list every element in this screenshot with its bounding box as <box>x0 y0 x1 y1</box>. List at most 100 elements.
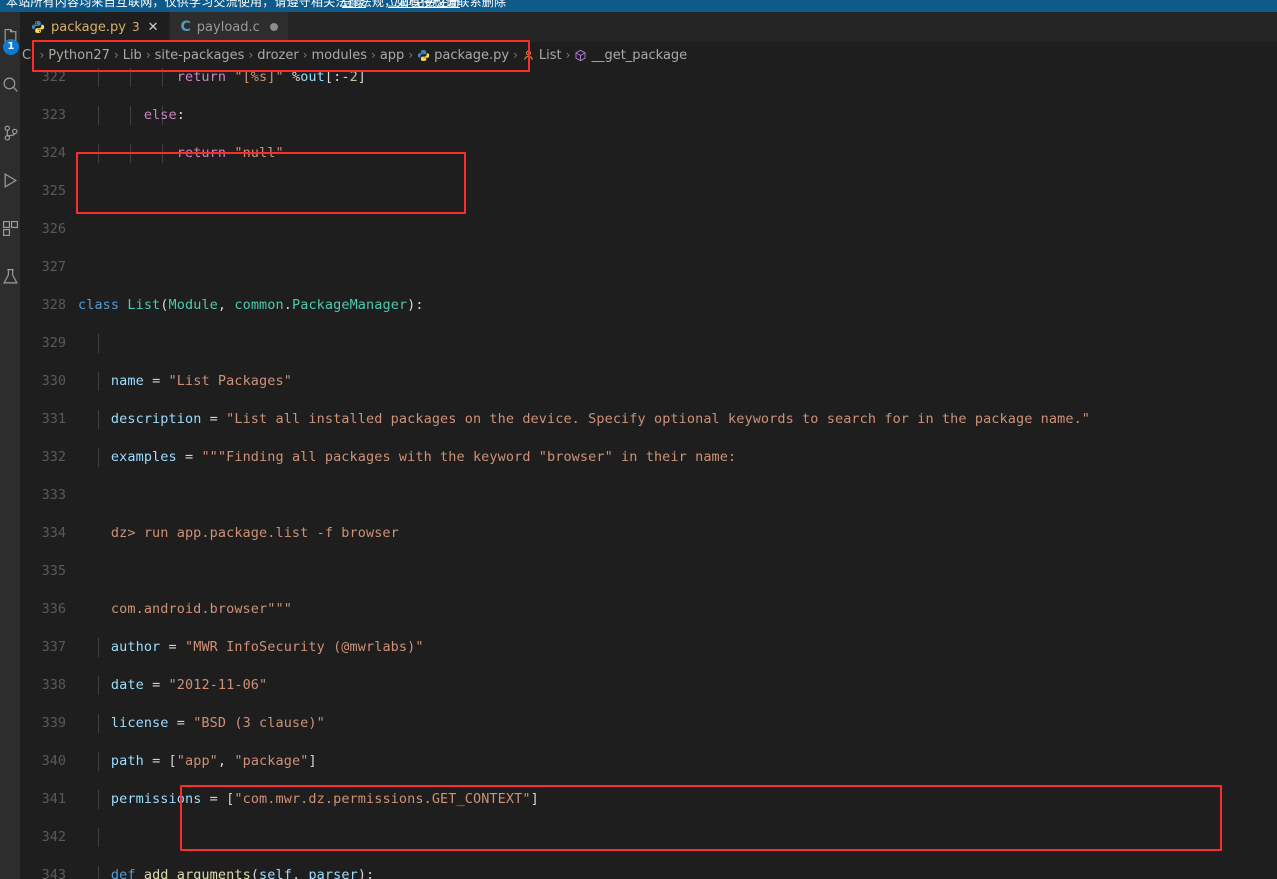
code-line[interactable]: 331 description = "List all installed pa… <box>20 410 1277 429</box>
python-file-icon <box>417 49 430 62</box>
method-symbol-icon <box>574 49 587 62</box>
activity-item-source-control[interactable] <box>0 108 20 156</box>
breadcrumb-separator: › <box>513 48 518 62</box>
code-line[interactable]: 335 <box>20 562 1277 581</box>
line-content: class List(Module, common.PackageManager… <box>78 297 424 313</box>
banner-link-register[interactable]: 立即免费注册 <box>388 0 460 10</box>
code-line[interactable]: 332 examples = """Finding all packages w… <box>20 448 1277 467</box>
breadcrumb-item-app[interactable]: app <box>380 48 404 63</box>
line-number: 332 <box>41 449 66 465</box>
line-number: 334 <box>41 525 66 541</box>
line-content: return "null" <box>176 145 284 161</box>
line-content: examples = """Finding all packages with … <box>110 449 737 465</box>
line-number: 328 <box>41 297 66 313</box>
c-file-icon: C <box>180 19 191 35</box>
line-number: 335 <box>41 563 66 579</box>
line-content: date = "2012-11-06" <box>110 677 268 693</box>
code-line[interactable]: 334 dz> run app.package.list -f browser <box>20 524 1277 543</box>
python-file-icon <box>31 20 45 34</box>
line-content: def add_arguments(self, parser): <box>110 867 375 879</box>
code-line[interactable]: 333 <box>20 486 1277 505</box>
tab-label: payload.c <box>196 19 260 35</box>
code-line[interactable]: 323 else: <box>20 106 1277 125</box>
code-line[interactable]: 324 return "null" <box>20 144 1277 163</box>
line-content: permissions = ["com.mwr.dz.permissions.G… <box>110 791 539 807</box>
line-number: 323 <box>41 107 66 123</box>
activity-item-extensions[interactable] <box>0 204 20 252</box>
line-content: com.android.browser""" <box>78 601 292 617</box>
line-number: 322 <box>41 69 66 85</box>
line-number: 325 <box>41 183 66 199</box>
code-line[interactable]: 326 <box>20 220 1277 239</box>
code-line[interactable]: 336 com.android.browser""" <box>20 600 1277 619</box>
breadcrumb-item-get-package-method[interactable]: __get_package <box>574 48 687 63</box>
explorer-badge: 1 <box>3 39 19 55</box>
line-content: name = "List Packages" <box>110 373 292 389</box>
breadcrumb-label: C: <box>22 47 36 63</box>
breadcrumb-label: app <box>379 47 405 63</box>
activity-item-explorer[interactable]: 1 <box>0 12 20 60</box>
line-content: dz> run app.package.list -f browser <box>78 525 399 541</box>
line-content: description = "List all installed packag… <box>110 411 1091 427</box>
tab-payload-c[interactable]: C payload.c <box>169 12 289 42</box>
breadcrumb-item-list-class[interactable]: List <box>522 48 562 63</box>
code-line[interactable]: 337 author = "MWR InfoSecurity (@mwrlabs… <box>20 638 1277 657</box>
code-line[interactable]: 341 permissions = ["com.mwr.dz.permissio… <box>20 790 1277 809</box>
breadcrumb-item-site-packages[interactable]: site-packages <box>155 48 245 63</box>
line-number: 338 <box>41 677 66 693</box>
tab-label: package.py <box>51 19 126 35</box>
line-content: author = "MWR InfoSecurity (@mwrlabs)" <box>110 639 424 655</box>
breadcrumb-separator: › <box>408 48 414 62</box>
code-line[interactable]: 343 def add_arguments(self, parser): <box>20 866 1277 879</box>
breadcrumb-label: Lib <box>122 47 142 63</box>
line-number: 327 <box>41 259 66 275</box>
line-number: 339 <box>41 715 66 731</box>
line-content: else: <box>143 107 185 123</box>
activity-bar: 1 <box>0 12 20 879</box>
code-line[interactable]: 322 return "[%s]" %out[:-2] <box>20 68 1277 87</box>
activity-item-testing[interactable] <box>0 252 20 300</box>
code-line[interactable]: 338 date = "2012-11-06" <box>20 676 1277 695</box>
code-line[interactable]: 330 name = "List Packages" <box>20 372 1277 391</box>
code-line[interactable]: 328 class List(Module, common.PackageMan… <box>20 296 1277 315</box>
code-line[interactable]: 329 <box>20 334 1277 353</box>
breadcrumb-item-drozer[interactable]: drozer <box>257 48 298 63</box>
breadcrumb-label: modules <box>311 47 368 63</box>
code-line[interactable]: 327 <box>20 258 1277 277</box>
banner-link-login[interactable]: 登录 <box>342 0 366 10</box>
breadcrumb-item-python27[interactable]: Python27 <box>48 48 110 63</box>
line-number: 329 <box>41 335 66 351</box>
line-content: return "[%s]" %out[:-2] <box>176 69 367 85</box>
breadcrumb-item-package-py[interactable]: package.py <box>417 48 509 63</box>
breadcrumb-item-modules[interactable]: modules <box>312 48 368 63</box>
breadcrumb-label: List <box>538 47 562 63</box>
line-number: 342 <box>41 829 66 845</box>
code-line[interactable]: 325 <box>20 182 1277 201</box>
editor-area: package.py 3 ✕ C payload.c C: › Python27… <box>20 12 1277 879</box>
code-editor[interactable]: 322 return "[%s]" %out[:-2] 323 else: 32… <box>20 68 1277 879</box>
line-number: 337 <box>41 639 66 655</box>
line-number: 324 <box>41 145 66 161</box>
breadcrumb: C: › Python27 › Lib › site-packages › dr… <box>20 42 1277 68</box>
tab-package-py[interactable]: package.py 3 ✕ <box>20 12 170 42</box>
line-content: license = "BSD (3 clause)" <box>110 715 325 731</box>
code-line[interactable]: 342 <box>20 828 1277 847</box>
tab-bar: package.py 3 ✕ C payload.c <box>20 12 1277 42</box>
breadcrumb-separator: › <box>113 48 119 62</box>
breadcrumb-separator: › <box>302 48 308 62</box>
breadcrumb-item-lib[interactable]: Lib <box>123 48 142 63</box>
breadcrumb-separator: › <box>39 48 45 62</box>
activity-item-search[interactable] <box>0 60 20 108</box>
activity-item-run-and-debug[interactable] <box>0 156 20 204</box>
line-number: 340 <box>41 753 66 769</box>
tab-modified-count: 3 <box>131 20 140 34</box>
breadcrumb-item-drive[interactable]: C: <box>22 48 35 63</box>
code-line[interactable]: 340 path = ["app", "package"] <box>20 752 1277 771</box>
breadcrumb-label: Python27 <box>48 47 110 63</box>
tab-dirty-indicator[interactable] <box>269 23 278 31</box>
line-number: 331 <box>41 411 66 427</box>
tab-close-icon[interactable]: ✕ <box>146 20 159 35</box>
code-line[interactable]: 339 license = "BSD (3 clause)" <box>20 714 1277 733</box>
line-number: 330 <box>41 373 66 389</box>
line-number: 336 <box>41 601 66 617</box>
